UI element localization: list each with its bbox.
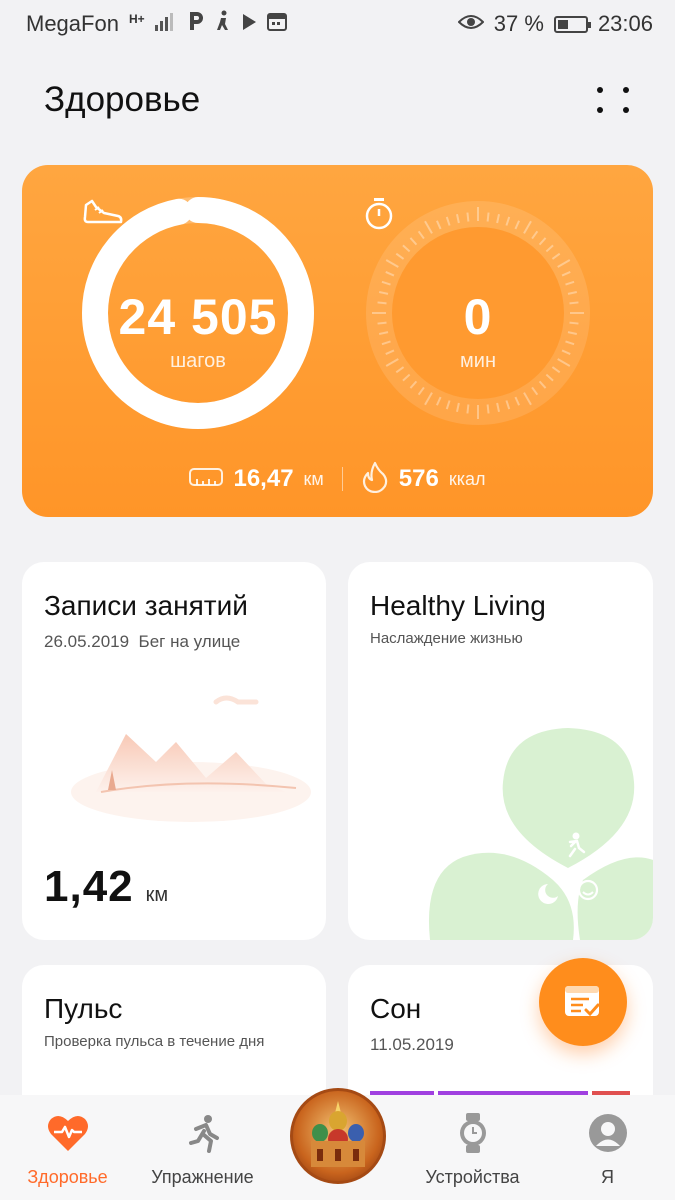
play-icon [241,11,257,37]
steps-unit: шагов [170,349,226,372]
healthy-living-card[interactable]: Healthy Living Наслаждение жизнью [348,562,653,940]
battery-icon [553,15,591,33]
activity-summary-card[interactable]: 24 505 шагов 0 мин 16,47 км 576 ккал [22,165,653,517]
healthy-subtitle: Наслаждение жизнью [370,630,523,647]
walk-notification-icon [215,10,231,38]
cathedral-badge [289,1088,386,1184]
bottom-tab-bar: Здоровье Упражнение Устройства Я [0,1088,675,1200]
active-time-value: 0 [463,289,493,346]
pulse-subtitle: Проверка пульса в течение дня [44,1033,265,1050]
steps-ring[interactable]: 24 505 шагов [82,197,314,429]
calories-value: 576 [398,465,439,492]
parking-icon [187,10,205,38]
heart-pulse-icon [46,1111,90,1155]
tab-exercise-label: Упражнение [151,1167,254,1187]
distance-value: 16,47 [233,465,294,492]
ruler-icon [189,467,224,492]
records-subtitle: 26.05.2019 Бег на улице [44,632,240,652]
records-distance-value: 1,42 [44,862,134,911]
active-time-unit: мин [460,349,496,372]
calories-stat: 576 ккал [361,461,486,498]
calories-unit: ккал [448,468,486,489]
tab-health-label: Здоровье [27,1167,108,1187]
tab-me[interactable]: Я [543,1111,673,1188]
activity-stats: 16,47 км 576 ккал [22,461,653,497]
distance-unit: км [303,468,324,489]
flame-icon [361,461,389,498]
profile-icon [588,1111,628,1155]
tab-health[interactable]: Здоровье [3,1111,133,1188]
sleep-title: Сон [370,993,422,1024]
status-right: 37 % 23:06 [457,11,653,37]
battery-percent: 37 % [493,11,544,36]
carrier-name: MegaFon [26,11,119,36]
records-distance: 1,42 км [44,862,168,912]
edit-cards-menu-button[interactable] [597,83,631,117]
header: Здоровье [0,60,675,140]
network-type: H+ [128,12,145,26]
tab-devices[interactable]: Устройства [408,1111,538,1188]
status-left: MegaFon H+ [26,10,287,38]
records-title: Записи занятий [44,590,248,621]
checklist-icon [565,986,600,1017]
page-title: Здоровье [44,80,201,119]
calendar-icon [266,11,287,37]
stats-divider [341,467,343,491]
distance-stat: 16,47 км [189,465,324,493]
records-distance-unit: км [145,884,169,906]
tab-devices-label: Устройства [425,1167,520,1187]
sleep-date: 11.05.2019 [370,1035,454,1054]
steps-count: 24 505 [118,289,278,346]
healthy-title: Healthy Living [370,590,546,621]
tab-me-label: Я [601,1167,614,1187]
eye-comfort-icon [457,11,485,37]
steps-ring-content: 24 505 шагов [82,197,314,429]
watch-icon [458,1111,488,1155]
running-icon [183,1111,223,1155]
active-time-ring[interactable]: 0 мин [362,197,594,429]
status-bar: MegaFon H+ 37 % 23:06 [0,0,675,48]
time-ring-content: 0 мин [362,197,594,429]
mountains-illustration [66,692,316,837]
clover-illustration [348,712,653,940]
clock: 23:06 [597,11,653,36]
records-date: 26.05.2019 [44,632,130,651]
pulse-title: Пульс [44,993,123,1024]
health-record-button[interactable] [539,958,627,1046]
exercise-records-card[interactable]: Записи занятий 26.05.2019 Бег на улице 1… [22,562,326,940]
tab-exercise[interactable]: Упражнение [138,1111,268,1188]
records-activity-type: Бег на улице [138,632,241,651]
signal-icon [154,11,177,37]
tab-center-badge[interactable] [273,1088,403,1188]
